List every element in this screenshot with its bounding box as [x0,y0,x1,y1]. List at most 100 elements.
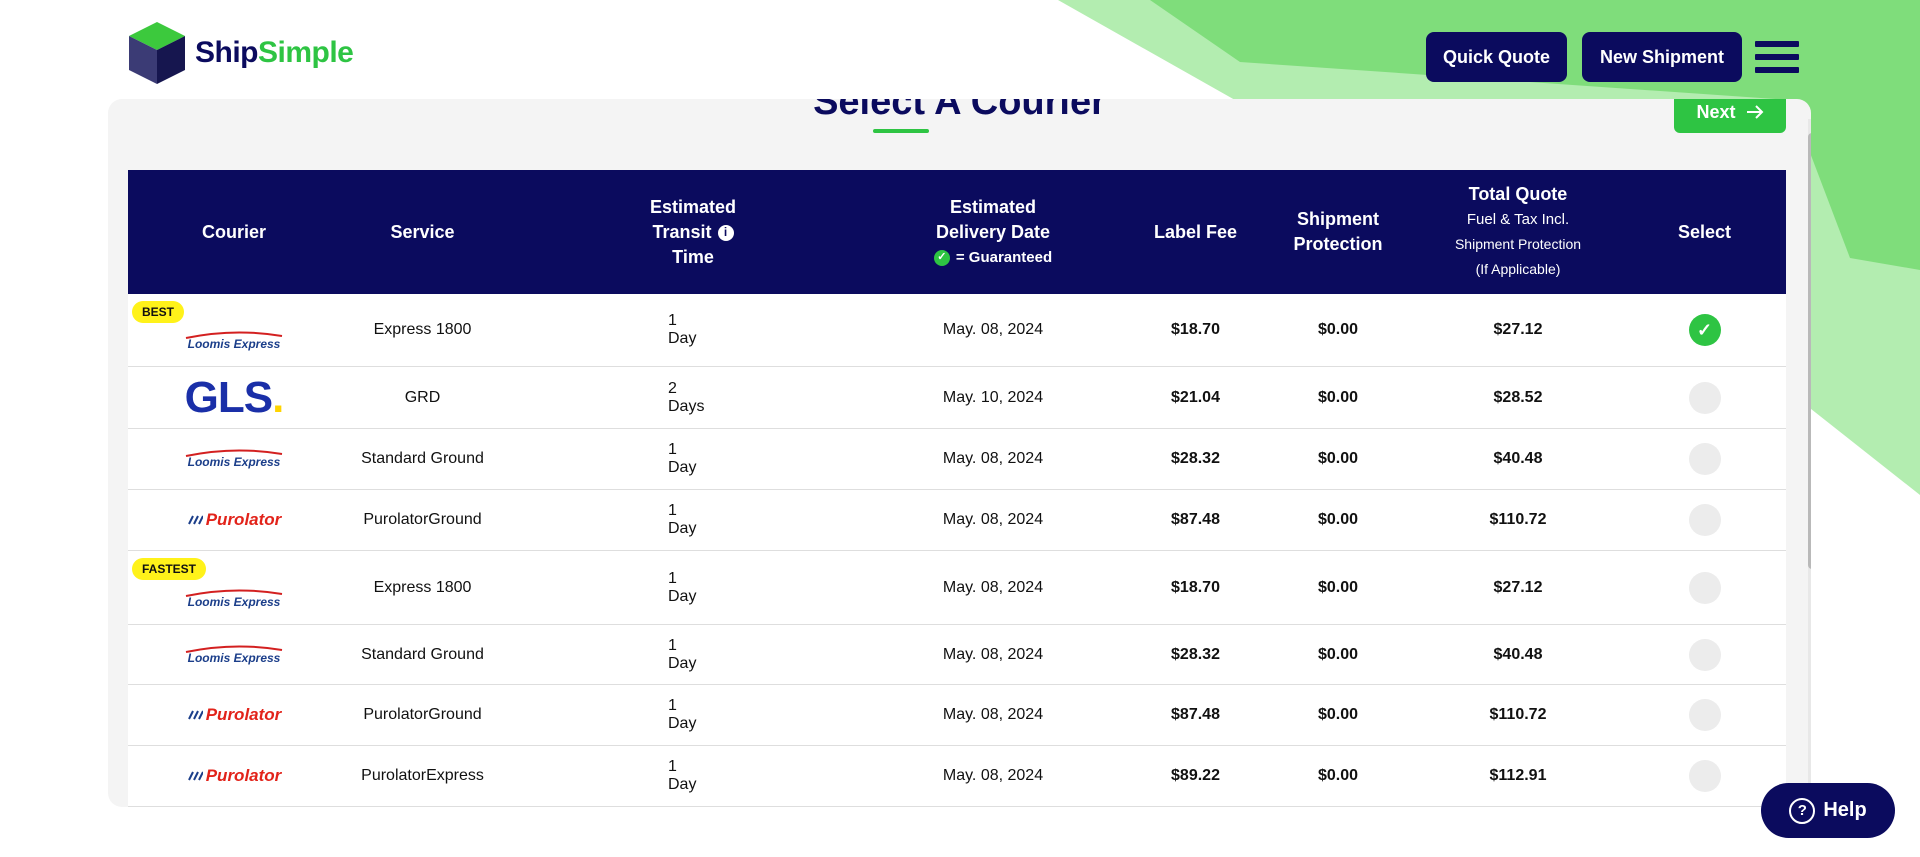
select-cell [1623,429,1786,489]
transit-cell: 1 Day [668,502,697,537]
transit-cell: 1 Day [668,697,697,732]
table-row[interactable]: Purolator PurolatorExpress 1 Day May. 08, 2… [128,746,1786,807]
brand-logo[interactable]: ShipSimple [125,20,354,86]
label-fee-cell: $18.70 [1171,578,1220,596]
table-row[interactable]: Loomis Express Standard Ground 1 Day May. 0… [128,625,1786,685]
service-cell: Standard Ground [361,645,484,663]
brand-name-part1: Ship [195,36,259,69]
label-fee-cell: $21.04 [1171,388,1220,406]
protection-cell: $0.00 [1317,578,1359,596]
select-cell [1623,685,1786,745]
header-protection: Shipment Protection [1263,170,1413,294]
menu-icon[interactable] [1755,41,1799,73]
service-cell: PurolatorExpress [361,767,484,784]
select-radio[interactable] [1688,571,1721,604]
header-courier: Courier [201,221,266,242]
cube-logo-icon [129,22,185,84]
new-shipment-button[interactable]: New Shipment [1582,32,1742,82]
delivery-date-cell: May. 08, 2024 [942,321,1044,338]
table-row[interactable]: Purolator PurolatorGround 1 Day May. 08, 20… [128,490,1786,551]
table-body: BEST Loomis Express Express 1800 1 Day May. … [128,294,1786,807]
transit-cell: 1 Day [668,636,697,672]
next-button[interactable]: Next [1674,99,1786,133]
loomis-logo: Loomis Express [184,644,284,665]
select-cell [1623,367,1786,428]
courier-table: Courier Service Estimated Transit i Time … [128,170,1786,807]
arrow-right-icon [1746,105,1763,119]
header-total-line3: Shipment Protection [1454,236,1582,252]
title-underline [873,129,929,133]
protection-cell: $0.00 [1317,767,1359,784]
table-row[interactable]: FASTEST Loomis Express Express 1800 1 Day Ma… [128,551,1786,625]
service-cell: Express 1800 [373,578,472,596]
label-fee-cell: $28.32 [1171,645,1220,663]
header-transit-word: Transit [652,221,712,242]
help-button[interactable]: ? Help [1761,783,1895,838]
header-service: Service [390,221,455,242]
protection-cell: $0.00 [1317,321,1359,338]
courier-cell: Loomis Express [128,625,340,684]
transit-cell: 2 Days [668,379,705,415]
service-cell: Express 1800 [373,321,472,338]
table-header: Courier Service Estimated Transit i Time … [128,170,1786,294]
header-total-line2: Fuel & Tax Incl. [1466,211,1570,228]
label-fee-cell: $18.70 [1171,321,1220,338]
brand-name-part2: Simple [258,36,354,69]
purolator-logo: Purolator [187,766,281,786]
courier-name: GLS [184,372,273,422]
courier-name: Loomis Express [187,594,281,609]
select-radio[interactable] [1688,381,1721,414]
header-transit: Estimated Transit i Time [628,170,758,294]
delivery-date-cell: May. 08, 2024 [942,645,1044,663]
courier-name: Purolator [205,705,282,724]
quick-quote-button[interactable]: Quick Quote [1426,32,1567,82]
protection-cell: $0.00 [1317,388,1359,406]
transit-cell: 1 Day [668,312,697,347]
select-radio[interactable] [1688,699,1721,731]
select-radio[interactable] [1688,504,1721,536]
service-cell: PurolatorGround [363,706,482,723]
service-cell: GRD [404,388,441,406]
delivery-date-cell: May. 08, 2024 [942,450,1044,467]
check-icon: ✓ [933,249,950,266]
table-row[interactable]: BEST Loomis Express Express 1800 1 Day May. … [128,294,1786,367]
header-delivery: Estimated Delivery Date ✓ = Guaranteed [918,170,1068,294]
select-radio[interactable] [1688,638,1721,671]
service-cell: Standard Ground [361,450,484,467]
header-protection-line2: Protection [1293,234,1383,254]
label-fee-cell: $28.32 [1171,450,1220,467]
check-icon: ✓ [1696,319,1713,340]
header-delivery-line2: Delivery Date [935,221,1051,242]
transit-cell: 1 Day [668,441,697,476]
table-row[interactable]: Loomis Express Standard Ground 1 Day May. 0… [128,429,1786,490]
courier-cell: Loomis Express [128,294,340,366]
delivery-date-cell: May. 08, 2024 [942,578,1044,596]
delivery-date-cell: May. 08, 2024 [942,511,1044,528]
purolator-logo: Purolator [187,510,281,530]
select-radio[interactable] [1688,760,1721,792]
label-fee-cell: $89.22 [1171,767,1220,784]
scrollbar-thumb[interactable] [1808,133,1811,569]
delivery-date-cell: May. 10, 2024 [942,388,1044,406]
courier-cell: Purolator [128,685,340,745]
header-transit-line1: Estimated [649,196,737,217]
total-quote-cell: $28.52 [1493,388,1543,406]
header-transit-line2: Transit i [652,220,734,245]
header-label-fee: Label Fee [1153,221,1238,242]
help-icon: ? [1789,797,1816,824]
select-cell [1623,746,1786,806]
select-radio[interactable] [1688,443,1721,475]
guaranteed-note-text: = Guaranteed [955,248,1053,266]
page-title: Select A Courier [813,99,1106,123]
total-quote-cell: $40.48 [1493,645,1543,663]
transit-cell: 1 Day [668,758,697,793]
courier-name: Loomis Express [187,337,281,351]
table-row[interactable]: GLS. GRD 2 Days May. 10, 2024 $21.04 $0.00 $28… [128,367,1786,429]
total-quote-cell: $112.91 [1489,767,1547,784]
info-icon[interactable]: i [717,224,734,241]
select-radio-checked[interactable]: ✓ [1688,314,1721,346]
loomis-logo: Loomis Express [184,449,284,469]
table-row[interactable]: Purolator PurolatorGround 1 Day May. 08, 20… [128,685,1786,746]
loomis-logo: Loomis Express [184,588,284,609]
header-select: Select [1677,221,1732,242]
